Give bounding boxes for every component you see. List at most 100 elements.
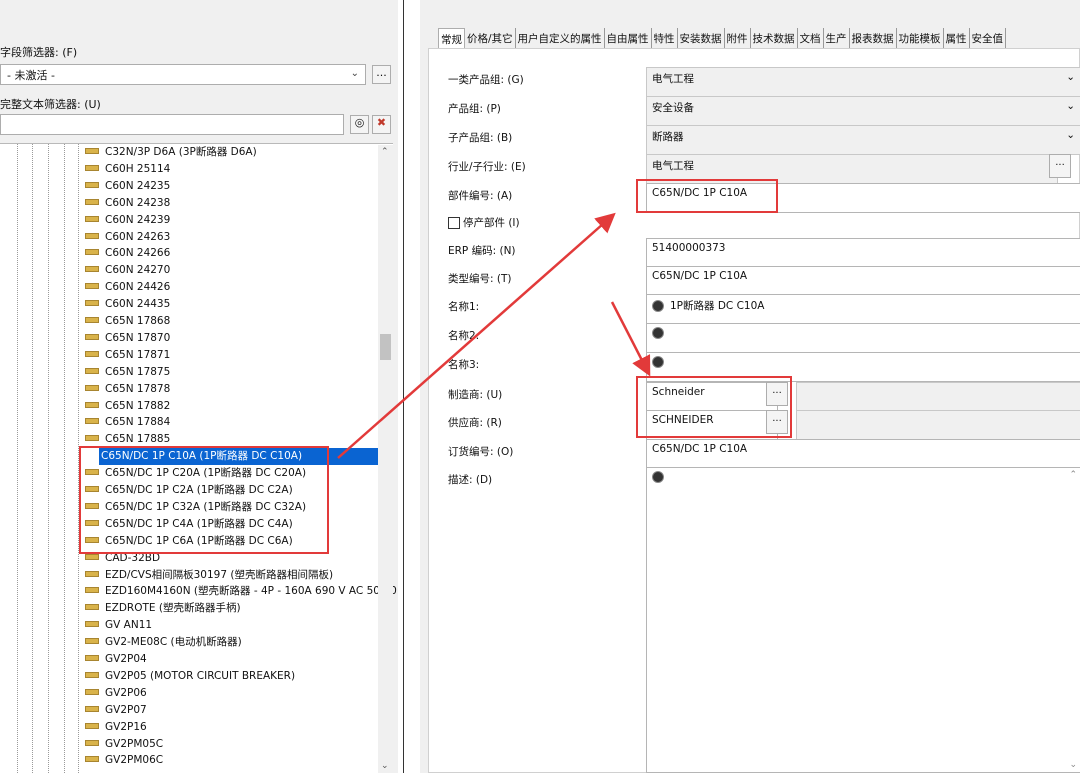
tree-item[interactable]: C65N/DC 1P C4A (1P断路器 DC C4A) [85,516,293,533]
tree-item[interactable]: EZD160M4160N (塑壳断路器 - 4P - 160A 690 V AC… [85,583,397,600]
tab-0[interactable]: 常规 [438,28,465,48]
tree-item[interactable]: C60N 24435 [85,296,170,313]
tab-7[interactable]: 技术数据 [751,28,798,48]
tab-4[interactable]: 特性 [652,28,678,48]
part-icon [85,756,99,763]
tree-item[interactable]: C60N 24235 [85,178,170,195]
description-textarea[interactable]: ⌃ ⌄ [646,467,1080,773]
tree-item[interactable]: C65N/DC 1P C10A (1P断路器 DC C10A) [99,448,381,466]
tree-item[interactable]: C65N 17885 [85,431,170,448]
binoculars-search-icon[interactable]: ◎ [350,115,369,134]
tree-item[interactable]: C32N/3P D6A (3P断路器 D6A) [85,144,257,161]
name3-input[interactable] [646,352,1080,382]
tree-item[interactable]: C65N 17868 [85,313,170,330]
tree-item[interactable]: EZD/CVS相间隔板30197 (塑壳断路器相间隔板) [85,567,333,584]
tree-item[interactable]: CAD-32BD [85,550,160,567]
tree-item[interactable]: C60N 24426 [85,279,170,296]
tree-item-label: C65N 17875 [105,365,171,378]
name2-input[interactable] [646,323,1080,353]
tree-item[interactable]: C65N/DC 1P C20A (1P断路器 DC C20A) [85,465,306,482]
tree-item-label: GV2P04 [105,653,147,665]
tree-item[interactable]: C60H 25114 [85,161,170,178]
tab-9[interactable]: 生产 [824,28,850,48]
tab-2[interactable]: 用户自定义的属性 [516,28,605,48]
tree-item-label: C65N 17884 [105,416,171,429]
tree-item[interactable]: GV2P06 [85,685,147,702]
scroll-down-icon[interactable]: ⌄ [381,761,389,771]
clear-filter-icon[interactable]: ✖ [372,115,391,134]
part-icon [85,198,99,205]
tab-3[interactable]: 自由属性 [605,28,652,48]
part-icon [85,215,99,222]
type-number-input[interactable]: C65N/DC 1P C10A [646,266,1080,296]
tree-item[interactable]: GV2PM05C [85,736,163,753]
manufacturer-label: 制造商: (U) [448,389,503,401]
tab-8[interactable]: 文档 [798,28,824,48]
tree-item[interactable]: GV2-ME08C (电动机断路器) [85,634,242,651]
tab-1[interactable]: 价格/其它 [465,28,516,48]
tree-item[interactable]: C60N 24239 [85,212,170,229]
supplier-name-field [796,410,1080,440]
part-icon [85,671,99,678]
erp-input[interactable]: 51400000373 [646,238,1080,268]
part-icon [85,181,99,188]
name3-label: 名称3: [448,359,480,371]
tree-item[interactable]: C60N 24238 [85,195,170,212]
supplier-input[interactable]: SCHNEIDER [646,410,778,440]
tree-item[interactable]: C65N 17882 [85,398,170,415]
tree-item[interactable]: C60N 24270 [85,262,170,279]
tree-item-label: GV AN11 [105,619,153,632]
tree-item[interactable]: C65N 17884 [85,414,170,431]
tree-item[interactable]: GV2P04 [85,651,147,668]
tree-scrollbar[interactable]: ⌃ ⌄ [378,145,393,773]
scroll-thumb[interactable] [380,334,391,360]
scroll-up-icon[interactable]: ⌃ [1069,470,1077,480]
part-icon [85,469,99,476]
tree-item[interactable]: GV AN11 [85,617,152,634]
tab-12[interactable]: 属性 [944,28,970,48]
tree-item[interactable]: C60N 24266 [85,245,170,262]
discontinued-checkbox[interactable]: 停产部件 (I) [448,215,520,230]
part-icon [85,317,99,323]
tree-item[interactable]: GV2P07 [85,702,147,719]
tree-item[interactable]: GV2PM06C [85,752,163,769]
tree-item[interactable]: C65N/DC 1P C32A (1P断路器 DC C32A) [85,499,306,516]
scroll-up-icon[interactable]: ⌃ [381,147,389,157]
part-number-input[interactable]: C65N/DC 1P C10A [646,183,1080,213]
splitter[interactable] [403,0,404,773]
manufacturer-input[interactable]: Schneider [646,382,778,412]
industry-more-button[interactable]: ... [1049,154,1071,178]
name2-label: 名称2: [448,330,480,342]
tree-item[interactable]: C60N 24263 [85,229,170,246]
part-icon [85,435,99,442]
order-number-input[interactable]: C65N/DC 1P C10A [646,439,1080,469]
tab-11[interactable]: 功能模板 [897,28,944,48]
scroll-down-icon[interactable]: ⌄ [1069,760,1077,770]
tree-item[interactable]: GV2P16 [85,719,147,736]
tree-item[interactable]: EZDROTE (塑壳断路器手柄) [85,600,241,617]
sub-group-select[interactable]: 断路器 ⌄ [646,125,1080,155]
tab-13[interactable]: 安全值 [970,28,1007,48]
name1-input[interactable]: 1P断路器 DC C10A [646,294,1080,324]
tree-item[interactable]: C65N/DC 1P C2A (1P断路器 DC C2A) [85,482,293,499]
industry-field[interactable]: 电气工程 [646,154,1058,184]
tab-6[interactable]: 附件 [725,28,751,48]
manufacturer-more-button[interactable]: ... [766,382,788,406]
product-group1-select[interactable]: 电气工程 ⌄ [646,67,1080,97]
field-filter-combo[interactable]: - 未激活 - ⌄ [0,64,366,85]
product-group-select[interactable]: 安全设备 ⌄ [646,96,1080,126]
tree-item[interactable]: GV2P05 (MOTOR CIRCUIT BREAKER) [85,668,295,685]
part-icon [85,638,99,645]
tree-item[interactable]: C65N 17878 [85,381,170,398]
supplier-more-button[interactable]: ... [766,410,788,434]
tree-item[interactable]: C65N/DC 1P C6A (1P断路器 DC C6A) [85,533,293,550]
tree-item[interactable]: C65N 17870 [85,330,170,347]
tree-item[interactable]: C65N 17875 [85,364,170,381]
field-filter-more-button[interactable]: ... [372,65,391,84]
tree-item-label: C65N 17885 [105,433,171,446]
tab-5[interactable]: 安装数据 [678,28,725,48]
text-filter-input[interactable] [0,114,344,135]
part-icon [85,655,99,661]
tab-10[interactable]: 报表数据 [850,28,897,48]
tree-item[interactable]: C65N 17871 [85,347,170,364]
